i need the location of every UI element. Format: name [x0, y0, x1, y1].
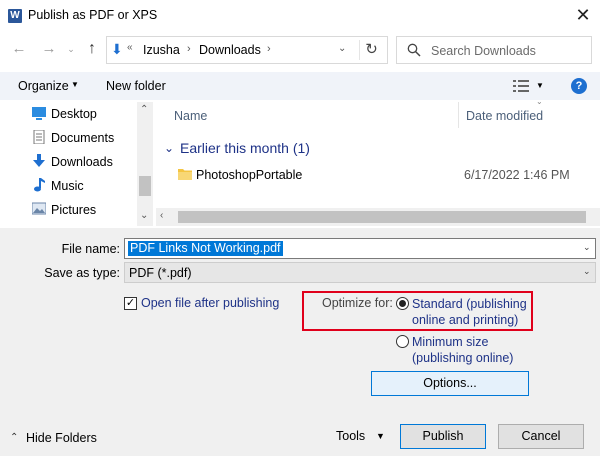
folder-icon — [178, 169, 192, 180]
chevron-down-icon[interactable]: ⌄ — [583, 266, 591, 277]
nav-scrollbar[interactable] — [137, 102, 153, 226]
help-icon[interactable]: ? — [571, 78, 587, 94]
search-input[interactable] — [431, 42, 586, 59]
music-icon — [34, 178, 45, 192]
address-bar[interactable]: ⬇ « Izusha › Downloads › ⌄ ↻ — [106, 36, 388, 64]
open-after-label[interactable]: Open file after publishing — [141, 296, 279, 310]
refresh-icon: ↻ — [365, 41, 378, 58]
caret-down-icon[interactable]: ▼ — [376, 431, 385, 441]
sidebar-item-desktop[interactable]: Desktop — [32, 104, 142, 124]
sidebar-item-label: Music — [51, 179, 84, 193]
caret-up-icon[interactable]: ⌃ — [10, 432, 18, 443]
column-divider[interactable] — [458, 102, 459, 128]
sidebar-item-label: Desktop — [51, 107, 97, 121]
arrow-up-icon: ↑ — [88, 40, 96, 57]
chevron-down-icon: ⌄ — [67, 44, 75, 54]
standard-radio[interactable] — [396, 297, 409, 310]
file-row[interactable]: PhotoshopPortable 6/17/2022 1:46 PM — [170, 164, 590, 186]
file-name-label: File name: — [61, 242, 120, 256]
breadcrumb-izusha[interactable]: Izusha — [143, 43, 180, 57]
minimum-label-line2[interactable]: (publishing online) — [412, 350, 513, 366]
refresh-button[interactable]: ↻ — [359, 40, 383, 60]
minimum-size-radio[interactable] — [396, 335, 409, 348]
sidebar-item-label: Downloads — [51, 155, 113, 169]
sidebar-item-downloads[interactable]: Downloads — [32, 152, 142, 172]
save-type-label: Save as type: — [44, 266, 120, 280]
save-type-select[interactable]: PDF (*.pdf) ⌄ — [124, 262, 596, 283]
desktop-icon — [32, 107, 46, 120]
checkmark-icon: ✓ — [125, 297, 136, 309]
sidebar-item-pictures[interactable]: Pictures — [32, 200, 142, 220]
file-name-value[interactable]: PDF Links Not Working.pdf — [128, 241, 283, 256]
forward-button[interactable]: → — [40, 40, 58, 60]
sort-indicator-icon: ⌄ — [536, 97, 543, 106]
sidebar-item-music[interactable]: Music — [32, 176, 142, 196]
breadcrumb-downloads[interactable]: Downloads — [199, 43, 261, 57]
caret-down-icon[interactable]: ▼ — [71, 80, 79, 89]
chevron-right-icon[interactable]: › — [187, 43, 191, 55]
sidebar-item-label: Documents — [51, 131, 115, 145]
file-date: 6/17/2022 1:46 PM — [464, 168, 570, 182]
download-arrow-icon: ⬇ — [111, 41, 123, 57]
downloads-icon — [33, 154, 45, 167]
window-title: Publish as PDF or XPS — [28, 8, 158, 22]
search-icon — [407, 43, 421, 57]
column-header-name[interactable]: Name — [174, 109, 207, 123]
publish-button[interactable]: Publish — [400, 424, 486, 449]
up-button[interactable]: ↑ — [83, 40, 101, 60]
hide-folders-button[interactable]: Hide Folders — [26, 431, 97, 445]
group-header[interactable]: Earlier this month (1) — [180, 140, 310, 156]
caret-down-icon[interactable]: ▼ — [536, 81, 544, 90]
close-button[interactable]: ✕ — [566, 2, 600, 30]
recent-locations-button[interactable]: ⌄ — [66, 44, 76, 56]
minimum-label-line1[interactable]: Minimum size — [412, 334, 488, 350]
standard-label-line1[interactable]: Standard (publishing — [412, 296, 527, 312]
options-button[interactable]: Options... — [371, 371, 529, 396]
documents-icon — [33, 130, 45, 144]
cancel-button[interactable]: Cancel — [498, 424, 584, 449]
scroll-left-icon[interactable]: ‹ — [160, 210, 163, 221]
command-bar: Organize ▼ New folder ▼ ? — [0, 72, 600, 100]
tools-button[interactable]: Tools — [336, 429, 365, 443]
new-folder-button[interactable]: New folder — [106, 79, 166, 93]
scroll-up-icon[interactable]: ⌃ — [140, 104, 148, 115]
chevron-down-icon[interactable]: ⌄ — [338, 43, 346, 54]
nav-scroll-thumb[interactable] — [139, 176, 151, 196]
scroll-down-icon[interactable]: ⌄ — [140, 210, 148, 221]
search-box[interactable] — [396, 36, 592, 64]
chevron-right-icon[interactable]: › — [267, 43, 271, 55]
arrow-right-icon: → — [41, 40, 57, 57]
arrow-left-icon: ← — [11, 40, 27, 57]
word-app-icon: W — [8, 9, 22, 23]
horizontal-scroll-thumb[interactable] — [178, 211, 586, 223]
pictures-icon — [32, 202, 46, 215]
horizontal-scrollbar[interactable]: ‹ — [156, 208, 600, 226]
chevron-down-icon[interactable]: ⌄ — [583, 242, 591, 253]
sidebar-item-documents[interactable]: Documents — [32, 128, 142, 148]
organize-button[interactable]: Organize — [18, 79, 69, 93]
column-header-date[interactable]: Date modified — [466, 109, 543, 123]
back-button[interactable]: ← — [10, 40, 28, 60]
close-icon: ✕ — [575, 5, 591, 25]
file-name-field[interactable]: PDF Links Not Working.pdf ⌄ — [124, 238, 596, 259]
standard-label-line2[interactable]: online and printing) — [412, 312, 518, 328]
save-type-value: PDF (*.pdf) — [129, 266, 192, 280]
sidebar-item-label: Pictures — [51, 203, 97, 217]
group-collapse-icon[interactable]: ⌄ — [164, 141, 174, 155]
view-options-icon[interactable] — [513, 79, 529, 93]
double-chevron-icon[interactable]: « — [127, 42, 133, 53]
open-after-checkbox[interactable]: ✓ — [124, 297, 137, 310]
file-name: PhotoshopPortable — [196, 168, 303, 182]
radio-selected-dot — [399, 300, 406, 307]
